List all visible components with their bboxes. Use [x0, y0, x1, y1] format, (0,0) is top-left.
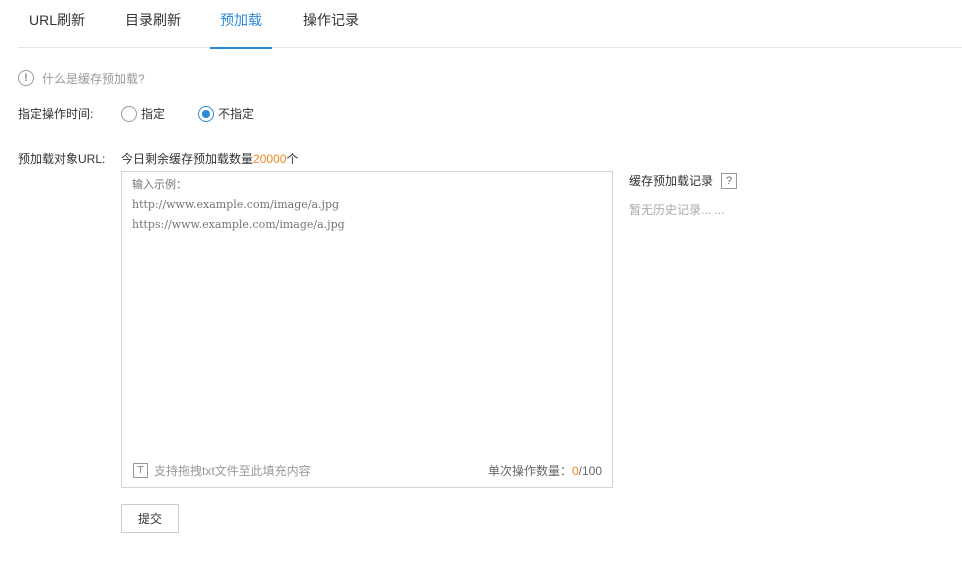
url-input-box: T 支持拖拽txt文件至此填充内容 单次操作数量：0/100 [121, 171, 613, 488]
radio-specify[interactable]: 指定 [121, 105, 165, 122]
tab-operation-log[interactable]: 操作记录 [302, 0, 360, 48]
radio-not-specify-label: 不指定 [218, 107, 255, 121]
count-max: /100 [578, 464, 602, 478]
tab-url-refresh[interactable]: URL刷新 [28, 0, 86, 48]
count-current: 0 [571, 464, 579, 478]
tab-preload[interactable]: 预加载 [210, 0, 272, 49]
quota-value: 20000 [253, 152, 287, 166]
radio-circle-checked[interactable] [198, 105, 214, 122]
count-label: 单次操作数量： [487, 464, 572, 478]
tab-bar: URL刷新 目录刷新 预加载 操作记录 [18, 0, 962, 49]
history-title: 缓存预加载记录 ? [629, 172, 738, 189]
history-title-text: 缓存预加载记录 [629, 174, 714, 188]
preload-help-link[interactable]: ! 什么是缓存预加载? [18, 69, 145, 87]
exclamation-circle-icon: ! [18, 70, 34, 86]
question-icon[interactable]: ? [721, 172, 738, 189]
text-file-icon: T [133, 463, 148, 478]
drag-tip-text: 支持拖拽txt文件至此填充内容 [154, 464, 311, 478]
quota-suffix: 个 [286, 152, 299, 166]
help-text: 什么是缓存预加载? [42, 71, 145, 86]
radio-not-specify[interactable]: 不指定 [198, 105, 254, 122]
url-textarea[interactable] [122, 172, 612, 457]
url-label: 预加载对象URL: [18, 152, 106, 166]
operation-count: 单次操作数量：0/100 [488, 462, 602, 479]
quota-text: 今日剩余缓存预加载数量20000个 [121, 150, 298, 167]
tab-directory-refresh[interactable]: 目录刷新 [124, 0, 182, 48]
quota-prefix: 今日剩余缓存预加载数量 [121, 152, 254, 166]
time-label: 指定操作时间: [18, 107, 94, 121]
drag-tip: T 支持拖拽txt文件至此填充内容 [133, 462, 311, 479]
submit-button[interactable]: 提交 [121, 504, 179, 533]
radio-circle[interactable] [121, 105, 137, 122]
history-empty-text: 暂无历史记录... ... [629, 203, 725, 217]
radio-specify-label: 指定 [141, 107, 166, 121]
